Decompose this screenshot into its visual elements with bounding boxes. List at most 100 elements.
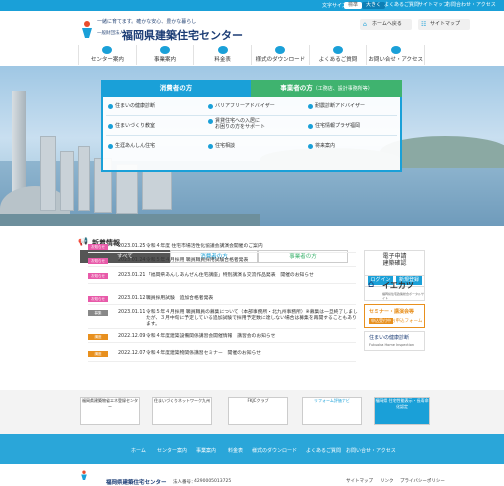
corp-number: 4290005013725 [194, 479, 232, 484]
topbar-contact-link[interactable]: お問合わせ・アクセス [446, 2, 496, 9]
news-badge: お知らせ [88, 244, 108, 250]
news-date: 2023.01.25 [118, 244, 146, 249]
menu-rental-support[interactable]: 賃貸住宅への入居に お困りの方をサポート [207, 118, 265, 130]
nav-label: センター案内 [90, 57, 124, 63]
corp-number-label: 法人番号： [173, 480, 196, 485]
news-row[interactable]: お知らせ 2023.01.21 「福岡県あんしあんぜん住宅講座」特別講演＆交流作品発… [88, 272, 356, 284]
news-badge: 募集 [88, 310, 108, 316]
tab-consumer[interactable]: 消費者の方 [101, 80, 251, 97]
nav-item-services[interactable]: 事業案内 [137, 45, 195, 65]
news-row[interactable]: お知らせ 2023.01.25 令和４年度 住宅市場活性化協議会講演会開催のご案内 [88, 243, 356, 253]
nav-item-downloads[interactable]: 様式のダウンロード [252, 45, 310, 65]
news-badge: 講座 [88, 351, 108, 357]
news-text[interactable]: 令和４年度建築物関係講習セミナー 開催のお知らせ [146, 351, 358, 357]
yen-icon [217, 46, 228, 54]
health-en: Fukuoka Home Inspection [369, 343, 415, 347]
news-row[interactable]: お知らせ 2023.01.24 令和５年４月採用 職員職員採用試験合格者発表 [88, 257, 356, 267]
news-text[interactable]: 令和５年４月採用 職員職員の募集について（本部事務所・北九州事務所）※募集は一旦… [146, 310, 358, 328]
global-nav: センター案内 事業案内 料金表 様式のダウンロード よくあるご質問 お問い合せ・… [78, 45, 426, 65]
nav-item-faq[interactable]: よくあるご質問 [310, 45, 368, 65]
footer-nav-downloads[interactable]: 様式のダウンロード [252, 447, 297, 454]
menu-home-inspection[interactable]: 住まいの健康診断 [107, 103, 155, 109]
seminar-banner[interactable]: セミナー・講演会等 申込受付中 お申込フォーム [364, 304, 425, 328]
news-text[interactable]: 令和４年度建築設備関係講習会開催情報 講習会のお知らせ [146, 334, 358, 340]
news-date: 2023.01.21 [118, 273, 146, 278]
iekatsu-banner[interactable]: ⌂ イエカツ 福岡県住宅政策総合ポータルサイト [364, 275, 425, 301]
news-date: 2023.01.24 [118, 258, 146, 263]
font-size-standard-button[interactable]: 標準 [344, 2, 363, 9]
hero-building [60, 151, 74, 211]
footer-nav-services[interactable]: 事業案内 [196, 447, 216, 454]
logo-icon[interactable] [80, 20, 94, 38]
nav-item-fees[interactable]: 料金表 [194, 45, 253, 65]
menu-guide[interactable]: 将来案内 [307, 143, 335, 149]
news-row[interactable]: お知らせ 2023.01.12 職員採用試験 追加合格者発表 [88, 295, 356, 305]
footer-nav-home[interactable]: ホーム [131, 447, 146, 454]
org-prefix: 一般財団法人 [97, 31, 124, 36]
footer-nav-contact[interactable]: お問い合せ・アクセス [346, 447, 396, 454]
house-icon: ⌂ [368, 279, 375, 290]
footer-nav-fees[interactable]: 料金表 [228, 447, 243, 454]
banner-label: リフォーム評価ナビ [314, 398, 350, 403]
news-text[interactable]: 「福岡県あんしあんぜん住宅講座」特別講演＆交流作品発表 開催のお知らせ [146, 273, 358, 279]
banner-label: FKJCクラブ [247, 398, 269, 403]
font-size-large-button[interactable]: 大きく [362, 2, 386, 9]
banner-energy-center[interactable]: 福岡県建築物省エネ登録センター [80, 397, 140, 425]
question-icon [333, 46, 344, 54]
health-title: 住まいの健康診断 [369, 335, 410, 341]
menu-divider [106, 135, 397, 136]
footer-nav-faq[interactable]: よくあるご質問 [306, 447, 341, 454]
menu-seismic-advisor[interactable]: 耐震診断アドバイザー [307, 103, 365, 109]
news-row[interactable]: 講座 2022.12.07 令和４年度建築物関係講習セミナー 開催のお知らせ [88, 350, 356, 362]
tab-business[interactable]: 事業者の方（工務店、設計事務所等） [251, 80, 402, 97]
menu-lifelong-safe-housing[interactable]: 生涯あんしん住宅 [107, 143, 155, 149]
banner-fkjc-club[interactable]: FKJCクラブ [228, 397, 288, 425]
sitemap-icon: ☷ [421, 21, 427, 28]
sitemap-link[interactable]: ☷ サイトマップ [418, 19, 470, 30]
building-icon [102, 46, 113, 54]
footer-nav-center-guide[interactable]: センター案内 [157, 447, 187, 454]
footer-links-link[interactable]: リンク [380, 478, 394, 484]
home-icon: ⌂ [363, 21, 367, 28]
sitemap-link-label: サイトマップ [430, 21, 461, 27]
news-row[interactable]: 講座 2022.12.09 令和４年度建築設備関係講習会開催情報 講習会のお知らせ [88, 333, 356, 343]
header-tagline: 一緒に育てます。確かな安心、豊かな暮らし [97, 19, 197, 25]
topbar-faq-link[interactable]: よくあるご質問 [384, 2, 419, 9]
top-utility-bar: 文字サイズ 標準 大きく よくあるご質問 サイトマップ お問合わせ・アクセス [0, 0, 504, 11]
home-link-label: ホームへ戻る [372, 21, 402, 27]
nav-item-center-guide[interactable]: センター案内 [78, 45, 137, 65]
footer-privacy-link[interactable]: プライバシーポリシー [400, 478, 445, 484]
hero-building [78, 146, 90, 211]
topbar-sitemap-link[interactable]: サイトマップ [418, 2, 448, 9]
nav-item-contact[interactable]: お問い合せ・アクセス [367, 45, 426, 65]
menu-housing-info-plaza[interactable]: 住宅情報プラザ福岡 [307, 123, 360, 129]
banner-reform-navi[interactable]: リフォーム評価ナビ [302, 397, 362, 425]
home-inspection-banner[interactable]: 住まいの健康診断 Fukuoka Home Inspection [364, 331, 425, 351]
menu-barrier-free-advisor[interactable]: バリアフリーアドバイザー [207, 103, 275, 109]
news-text[interactable]: 令和４年度 住宅市場活性化協議会講演会開催のご案内 [146, 244, 358, 250]
footer-sitemap-link[interactable]: サイトマップ [346, 478, 373, 484]
hero-building [142, 170, 172, 210]
consumer-menu: 住まいの健康診断 住まいづくり教室 生涯あんしん住宅 バリアフリーアドバイザー … [101, 97, 402, 172]
menu-housing-consultation[interactable]: 住宅相談 [207, 143, 235, 149]
hero-shore [0, 214, 260, 226]
banner-label: 住まいづくりネットワーク九州 [154, 398, 210, 403]
nav-label: よくあるご質問 [318, 57, 358, 63]
news-date: 2023.01.11 [118, 310, 146, 315]
footer-logo-icon [81, 470, 87, 480]
home-link[interactable]: ⌂ ホームへ戻る [360, 19, 412, 30]
news-date: 2023.01.12 [118, 296, 146, 301]
menu-housebuilding-class[interactable]: 住まいづくり教室 [107, 123, 155, 129]
banner-performance-display[interactable]: 福岡県 住宅性能表示・長寿命化認定 [374, 397, 430, 425]
org-name[interactable]: 福岡県建築住宅センター [122, 27, 243, 43]
news-text[interactable]: 令和５年４月採用 職員職員採用試験合格者発表 [146, 258, 358, 264]
news-text[interactable]: 職員採用試験 追加合格者発表 [146, 296, 358, 302]
news-row[interactable]: 募集 2023.01.11 令和５年４月採用 職員職員の募集について（本部事務所・北… [88, 309, 358, 329]
e-application-title: 電子申請 建築確認 [382, 253, 407, 267]
audience-panel: 消費者の方 事業者の方（工務店、設計事務所等） 住まいの健康診断 住まいづくり教… [101, 80, 402, 172]
briefcase-icon [160, 46, 170, 54]
nav-label: お問い合せ・アクセス [368, 57, 424, 63]
menu-divider [106, 115, 397, 116]
news-date: 2022.12.07 [118, 351, 146, 356]
banner-housing-network[interactable]: 住まいづくりネットワーク九州 [152, 397, 212, 425]
